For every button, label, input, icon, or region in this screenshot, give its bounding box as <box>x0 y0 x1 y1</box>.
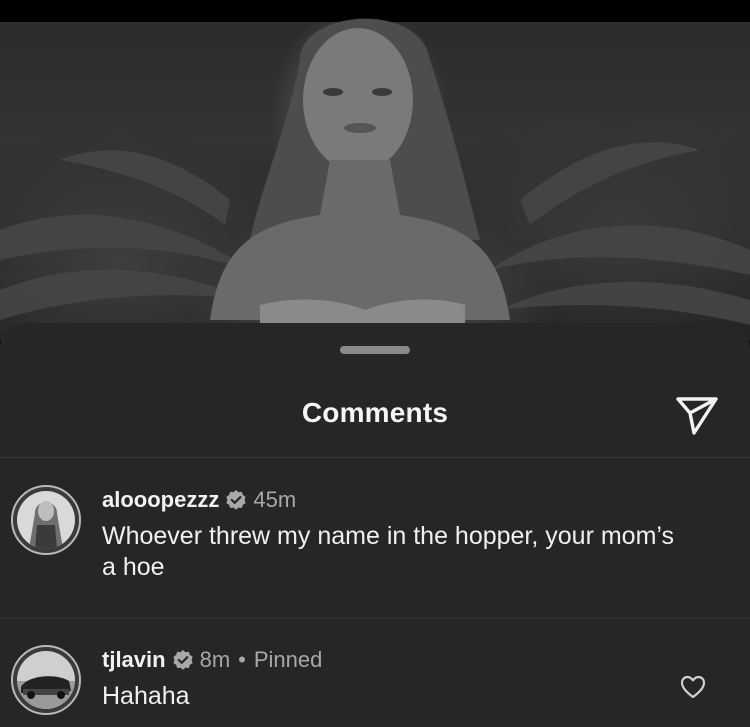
pinned-label: Pinned <box>253 647 323 672</box>
avatar-image <box>17 491 75 549</box>
heart-outline-icon <box>680 675 706 699</box>
comment-username[interactable]: tjlavin <box>102 647 166 673</box>
comment-text: Whoever threw my name in the hopper, you… <box>102 522 675 581</box>
meta-separator: • <box>238 647 246 672</box>
comment-timestamp: 45m <box>253 487 297 512</box>
comment-timestamp: 8m <box>199 647 231 672</box>
avatar[interactable] <box>11 485 81 555</box>
verified-badge-icon <box>225 489 247 511</box>
comment-text: Hahaha <box>102 682 190 710</box>
verified-badge-icon <box>172 649 194 671</box>
comment-divider <box>0 618 750 619</box>
sheet-title: Comments <box>301 397 449 428</box>
comment-meta: tjlavin 8m • Pinned <box>102 645 322 675</box>
avatar-photo <box>17 651 75 709</box>
header-divider <box>0 457 750 458</box>
comment-username[interactable]: alooopezzz <box>102 487 219 513</box>
comment-meta: alooopezzz 45m <box>102 485 296 515</box>
avatar-image <box>17 651 75 709</box>
comments-sheet: Comments alooopezzz 45m Whoever threw my… <box>0 323 750 727</box>
post-photo <box>0 0 750 340</box>
avatar[interactable] <box>11 645 81 715</box>
photo-illustration <box>0 18 750 325</box>
like-comment-button[interactable] <box>679 673 707 701</box>
share-button[interactable] <box>674 393 720 437</box>
instagram-post-screen: Comments alooopezzz 45m Whoever threw my… <box>0 0 750 727</box>
sheet-drag-handle[interactable] <box>340 346 410 354</box>
avatar-photo <box>17 491 75 549</box>
paper-plane-icon <box>676 397 718 435</box>
